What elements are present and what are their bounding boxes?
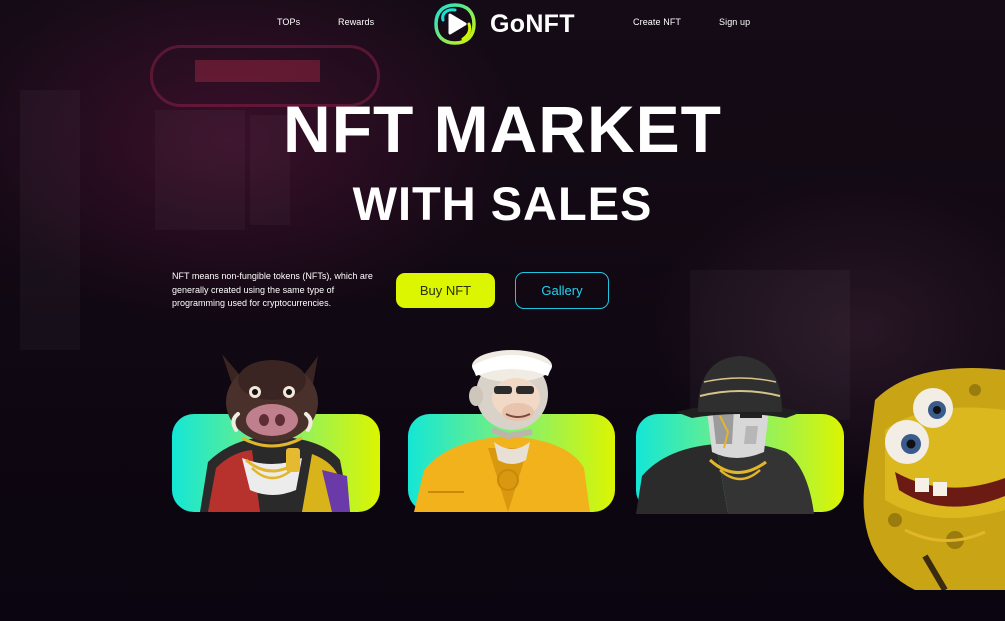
nft-card-robot[interactable] (636, 356, 844, 514)
hero-title-line-2: WITH SALES (352, 177, 653, 230)
nav-link-tops[interactable]: TOPs (277, 17, 300, 27)
page: TOPs Rewards GoNFT Create NFT Sign up NF… (0, 0, 1005, 621)
brand-logo[interactable]: GoNFT (433, 2, 575, 46)
nav-link-create-nft[interactable]: Create NFT (633, 17, 681, 27)
hero-description: NFT means non-fungible tokens (NFTs), wh… (172, 271, 373, 308)
nav-link-rewards[interactable]: Rewards (338, 17, 374, 27)
ape-nft-image (414, 350, 590, 512)
hero-title-line-1: NFT MARKET (283, 92, 722, 166)
nft-card-ape[interactable] (408, 350, 615, 512)
sponge-nft-image (863, 368, 1005, 590)
robot-hat-nft-image (636, 356, 814, 514)
gallery-button[interactable]: Gallery (515, 272, 609, 309)
brand-name: GoNFT (490, 9, 575, 38)
neon-sign-panel (195, 60, 320, 82)
nav-link-sign-up[interactable]: Sign up (719, 17, 750, 27)
boar-nft-image (200, 354, 350, 512)
buy-nft-button[interactable]: Buy NFT (396, 273, 495, 308)
gonft-logo-icon (434, 3, 476, 45)
nft-card-boar[interactable] (172, 354, 380, 512)
